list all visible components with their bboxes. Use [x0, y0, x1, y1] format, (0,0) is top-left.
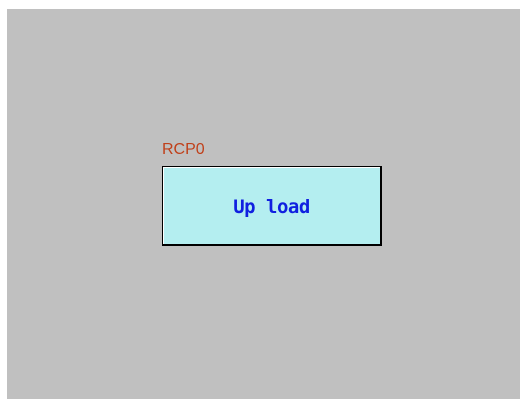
- upload-button-label: Up load: [233, 195, 310, 218]
- rcp0-label: RCP0: [162, 141, 205, 158]
- hmi-screen: RCP0 Up load: [7, 9, 520, 399]
- upload-button[interactable]: Up load: [162, 166, 382, 246]
